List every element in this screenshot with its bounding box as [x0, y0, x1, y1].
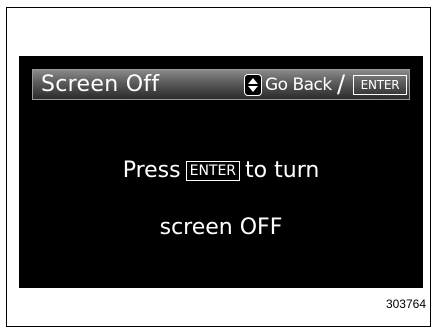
instruction-line-2: screen OFF [159, 215, 283, 240]
up-down-arrow-icon [244, 74, 262, 96]
screen-title: Screen Off [41, 72, 160, 97]
go-back-label: Go Back [265, 75, 332, 95]
figure-number: 303764 [385, 297, 426, 311]
header-bar: Screen Off Go Back / ENTER [32, 69, 410, 100]
to-turn-text: to turn [245, 158, 320, 183]
instruction-line-1: Press ENTER to turn [19, 157, 423, 185]
display-screen: Screen Off Go Back / ENTER Press ENTER to … [19, 56, 423, 288]
press-text: Press [122, 158, 181, 183]
enter-key-inline-icon: ENTER [185, 161, 241, 181]
separator: / [337, 70, 346, 98]
enter-key-icon: ENTER [353, 75, 407, 95]
